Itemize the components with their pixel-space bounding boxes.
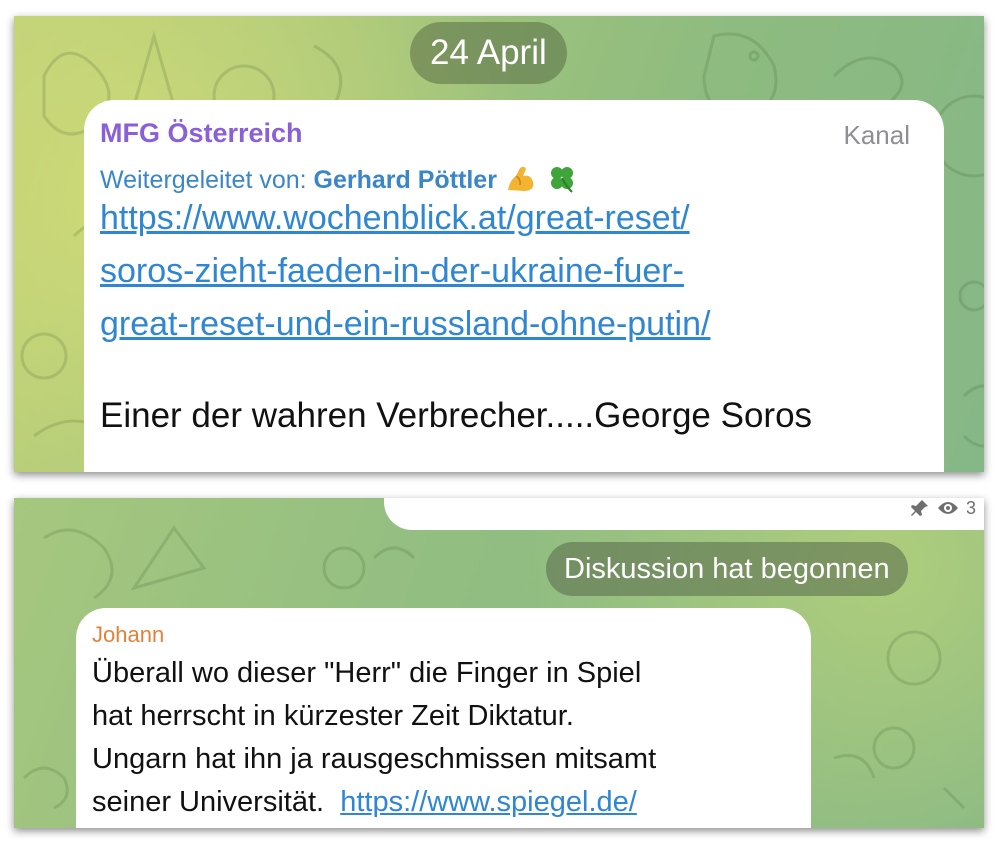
comment-line: Überall wo dieser "Herr" die Finger in S… bbox=[92, 657, 642, 689]
comment-line-text: seiner Universität. bbox=[92, 786, 325, 818]
comment-line: hat herrscht in kürzester Zeit Diktatur. bbox=[92, 700, 574, 732]
discussion-started-pill: Diskussion hat begonnen bbox=[546, 542, 908, 596]
forwarded-prefix: Weitergeleitet von: bbox=[100, 166, 307, 194]
view-count: 3 bbox=[966, 498, 977, 518]
date-separator: 24 April bbox=[410, 22, 567, 84]
article-link-line[interactable]: https://www.wochenblick.at/great-reset/ bbox=[100, 192, 930, 245]
flexed-biceps-icon bbox=[507, 166, 534, 191]
comment-line: seiner Universität. https://www.spiegel.… bbox=[92, 781, 802, 824]
comment-line: Ungarn hat ihn ja rausgeschmissen mitsam… bbox=[92, 743, 657, 775]
comment-author[interactable]: Johann bbox=[92, 622, 164, 648]
chat-panel-bottom: 3 Diskussion hat begonnen Johann Überall… bbox=[14, 498, 984, 828]
article-link[interactable]: https://www.wochenblick.at/great-reset/ … bbox=[100, 192, 930, 351]
post-message: Einer der wahren Verbrecher.....George S… bbox=[100, 396, 813, 435]
channel-badge: Kanal bbox=[843, 120, 911, 150]
post-meta: 3 bbox=[910, 498, 976, 518]
forwarded-author[interactable]: Gerhard Pöttler bbox=[314, 166, 497, 194]
pin-icon bbox=[911, 500, 928, 516]
four-leaf-clover-icon bbox=[550, 167, 573, 193]
channel-name[interactable]: MFG Österreich bbox=[100, 118, 303, 149]
previous-post-bubble[interactable] bbox=[384, 498, 984, 530]
comment-bubble[interactable]: Johann Überall wo dieser "Herr" die Fing… bbox=[76, 608, 811, 828]
chat-panel-top: 24 April MFG Österreich Kanal Weitergele… bbox=[14, 16, 984, 472]
channel-post-bubble[interactable]: MFG Österreich Kanal Weitergeleitet von:… bbox=[84, 100, 944, 472]
comment-link[interactable]: https://www.spiegel.de/ bbox=[340, 786, 637, 818]
comment-text: Überall wo dieser "Herr" die Finger in S… bbox=[92, 652, 802, 824]
article-link-line[interactable]: great-reset-und-ein-russland-ohne-putin/ bbox=[100, 298, 930, 351]
forwarded-header[interactable]: Weitergeleitet von: Gerhard Pöttler bbox=[100, 164, 579, 195]
article-link-line[interactable]: soros-zieht-faeden-in-der-ukraine-fuer- bbox=[100, 245, 930, 298]
eye-icon bbox=[938, 502, 958, 514]
